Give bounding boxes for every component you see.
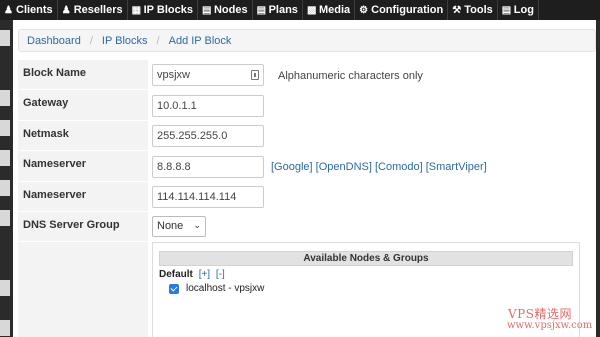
block-name-cell: vpsjxw Alphanumeric characters only <box>148 60 596 90</box>
gear-icon: ⚙ <box>359 4 369 16</box>
node-label: localhost - vpsjxw <box>186 283 265 294</box>
nameserver-2-label: Nameserver <box>18 182 148 212</box>
breadcrumb: Dashboard / IP Blocks / Add IP Block <box>18 29 596 52</box>
gateway-cell: 10.0.1.1 <box>148 90 596 121</box>
watermark-url: www.vpsjxw.com <box>507 320 593 331</box>
collapse-group-link[interactable]: [-] <box>216 269 225 280</box>
breadcrumb-add-ip-block[interactable]: Add IP Block <box>169 35 232 47</box>
top-navigation: ♟ Clients ♟ Resellers ▦ IP Blocks ▤ Node… <box>0 0 600 20</box>
nav-item-label: Resellers <box>73 4 123 16</box>
nav-item-label: Plans <box>268 4 298 16</box>
wrench-icon: ⚒ <box>452 4 462 16</box>
nav-item-label: Log <box>513 4 534 16</box>
sidebar-tab[interactable] <box>0 210 10 226</box>
user-icon: ♟ <box>61 4 71 16</box>
chevron-down-icon: ⌄ <box>193 220 201 230</box>
sidebar-tab[interactable] <box>0 150 10 166</box>
netmask-input[interactable]: 255.255.255.0 <box>152 125 264 147</box>
gateway-input[interactable]: 10.0.1.1 <box>152 95 264 117</box>
row-netmask: Netmask 255.255.255.0 <box>18 121 596 151</box>
sidebar-tab[interactable] <box>0 30 10 46</box>
nav-item-nodes[interactable]: ▤ Nodes <box>198 0 253 20</box>
nav-item-label: Tools <box>464 4 493 16</box>
netmask-cell: 255.255.255.0 <box>148 121 596 151</box>
nameserver-presets: [Google] [OpenDNS] [Comodo] [SmartViper] <box>271 161 487 173</box>
node-item: localhost - vpsjxw <box>169 283 264 294</box>
nodes-groups-header: Available Nodes & Groups <box>159 251 573 266</box>
group-name: Default <box>159 269 193 280</box>
dns-server-group-select[interactable]: None ⌄ <box>152 216 206 237</box>
breadcrumb-ip-blocks[interactable]: IP Blocks <box>102 35 148 47</box>
row-nameserver-2: Nameserver 114.114.114.114 <box>18 182 596 212</box>
dns-server-group-cell: None ⌄ <box>148 212 596 242</box>
nav-item-tools[interactable]: ⚒ Tools <box>448 0 498 20</box>
group-default: Default [+] [-] <box>159 269 225 280</box>
nav-item-media[interactable]: ▩ Media <box>303 0 356 20</box>
dns-server-group-label: DNS Server Group <box>18 212 148 242</box>
nodes-label-cell <box>18 242 148 337</box>
breadcrumb-separator: / <box>156 34 160 47</box>
row-nameserver-1: Nameserver 8.8.8.8 [Google] [OpenDNS] [C… <box>18 151 596 182</box>
nameserver-2-cell: 114.114.114.114 <box>148 182 596 212</box>
nav-item-label: Media <box>318 4 351 16</box>
media-icon: ▩ <box>306 4 317 16</box>
block-name-hint: Alphanumeric characters only <box>278 70 423 82</box>
nav-item-plans[interactable]: ▤ Plans <box>253 0 303 20</box>
netmask-label: Netmask <box>18 121 148 151</box>
sidebar-tab[interactable] <box>0 180 10 196</box>
block-name-input[interactable]: vpsjxw <box>152 64 264 86</box>
log-icon: ▤ <box>501 4 512 16</box>
sidebar-tab[interactable] <box>0 280 10 296</box>
left-sidebar <box>0 20 13 337</box>
row-dns-server-group: DNS Server Group None ⌄ <box>18 212 596 242</box>
block-name-value: vpsjxw <box>157 69 191 81</box>
preset-smartviper-link[interactable]: [SmartViper] <box>426 161 487 173</box>
breadcrumb-dashboard[interactable]: Dashboard <box>27 35 81 47</box>
nameserver-1-cell: 8.8.8.8 [Google] [OpenDNS] [Comodo] [Sma… <box>148 151 596 182</box>
nav-item-ip-blocks[interactable]: ▦ IP Blocks <box>128 0 198 20</box>
nav-item-configuration[interactable]: ⚙ Configuration <box>355 0 449 20</box>
list-icon: ▤ <box>256 4 267 16</box>
gateway-label: Gateway <box>18 90 148 121</box>
preset-comodo-link[interactable]: [Comodo] <box>375 161 423 173</box>
nav-item-label: Nodes <box>213 4 248 16</box>
users-icon: ♟ <box>4 4 13 16</box>
nameserver-2-input[interactable]: 114.114.114.114 <box>152 186 264 208</box>
dns-server-group-value: None <box>157 220 184 232</box>
server-icon: ▤ <box>201 4 212 16</box>
node-checkbox[interactable] <box>169 283 179 294</box>
right-scroll-strip <box>596 20 600 337</box>
nameserver-1-label: Nameserver <box>18 151 148 182</box>
nav-item-label: Configuration <box>371 4 444 16</box>
sidebar-tab[interactable] <box>0 120 10 136</box>
keyboard-icon[interactable] <box>251 70 259 80</box>
row-gateway: Gateway 10.0.1.1 <box>18 90 596 121</box>
nameserver-1-input[interactable]: 8.8.8.8 <box>152 156 264 178</box>
nav-item-resellers[interactable]: ♟ Resellers <box>58 0 128 20</box>
breadcrumb-separator: / <box>89 34 93 47</box>
expand-group-link[interactable]: [+] <box>199 269 210 280</box>
nav-item-log[interactable]: ▤ Log <box>498 0 539 20</box>
sidebar-tab[interactable] <box>0 320 10 336</box>
grid-icon: ▦ <box>131 4 142 16</box>
sidebar-tab[interactable] <box>0 90 10 106</box>
row-block-name: Block Name vpsjxw Alphanumeric character… <box>18 60 596 90</box>
preset-opendns-link[interactable]: [OpenDNS] <box>316 161 372 173</box>
nav-item-clients[interactable]: ♟ Clients <box>0 0 58 20</box>
nav-item-label: Clients <box>16 4 53 16</box>
preset-google-link[interactable]: [Google] <box>271 161 313 173</box>
nav-item-label: IP Blocks <box>143 4 193 16</box>
block-name-label: Block Name <box>18 60 148 90</box>
